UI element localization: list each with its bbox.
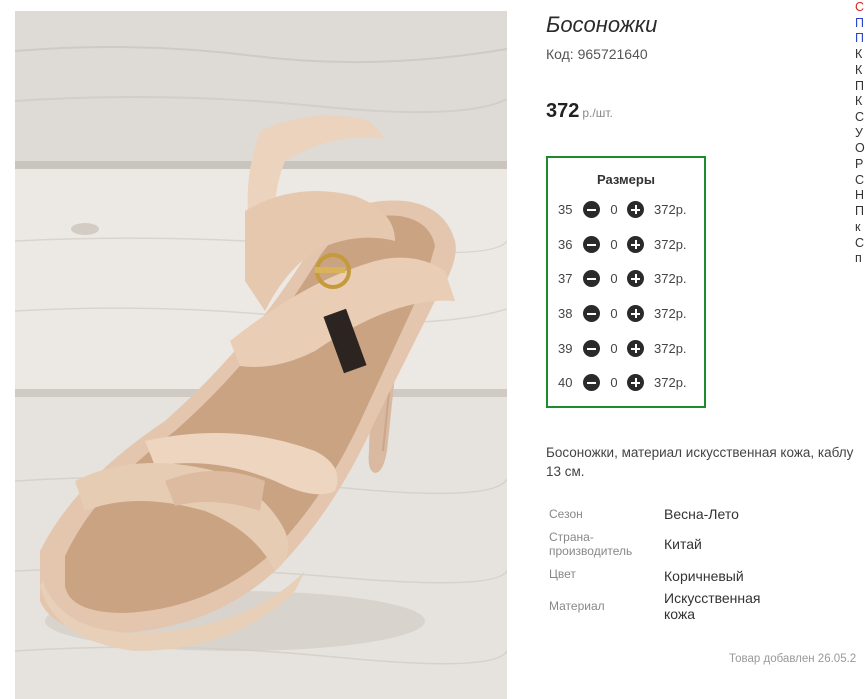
- size-number: 40: [558, 375, 573, 390]
- property-key: Сезон: [549, 507, 583, 521]
- plus-icon[interactable]: [627, 201, 644, 218]
- size-row-39: 39 0 372р.: [558, 339, 698, 359]
- minus-icon[interactable]: [583, 270, 600, 287]
- plus-icon[interactable]: [627, 236, 644, 253]
- property-key: Материал: [549, 599, 605, 613]
- side-text: О: [855, 141, 865, 156]
- size-row-40: 40 0 372р.: [558, 373, 698, 393]
- price-value: 372: [546, 100, 580, 122]
- size-quantity: 0: [610, 202, 618, 217]
- size-row-35: 35 0 372р.: [558, 200, 698, 220]
- side-link[interactable]: С: [855, 0, 865, 16]
- description-line-2: 13 см.: [546, 464, 585, 479]
- minus-icon[interactable]: [583, 236, 600, 253]
- size-price: 372р.: [654, 341, 687, 356]
- side-text: П: [855, 78, 864, 93]
- product-price: 372 р./шт.: [546, 100, 613, 123]
- property-key: Цвет: [549, 567, 576, 581]
- price-unit: р./шт.: [582, 106, 613, 120]
- size-number: 38: [558, 306, 573, 321]
- size-number: 36: [558, 237, 573, 252]
- property-value: Китай: [664, 536, 702, 552]
- size-row-38: 38 0 372р.: [558, 304, 698, 324]
- side-text: к: [855, 219, 861, 234]
- description-line-1: Босоножки, материал искусственная кожа, …: [546, 445, 854, 460]
- size-quantity: 0: [610, 375, 618, 390]
- property-value: Искусственная кожа: [664, 590, 761, 622]
- product-title: Босоножки: [546, 12, 658, 37]
- size-price: 372р.: [654, 237, 687, 252]
- size-quantity: 0: [610, 271, 618, 286]
- size-row-36: 36 0 372р.: [558, 235, 698, 255]
- minus-icon[interactable]: [583, 340, 600, 357]
- size-quantity: 0: [610, 341, 618, 356]
- side-text: Н: [855, 188, 865, 203]
- sizes-title: Размеры: [597, 172, 655, 187]
- plus-icon[interactable]: [627, 305, 644, 322]
- property-value: Коричневый: [664, 568, 744, 584]
- side-text: С: [855, 235, 865, 250]
- side-text: С: [855, 172, 865, 187]
- size-quantity: 0: [610, 237, 618, 252]
- product-description: Босоножки, материал искусственная кожа, …: [546, 443, 865, 481]
- size-number: 39: [558, 341, 573, 356]
- size-price: 372р.: [654, 306, 687, 321]
- plus-icon[interactable]: [627, 374, 644, 391]
- side-text: п: [855, 251, 862, 266]
- side-text: К: [855, 62, 863, 77]
- side-text: Р: [855, 157, 864, 172]
- minus-icon[interactable]: [583, 201, 600, 218]
- side-text: П: [855, 204, 864, 219]
- size-price: 372р.: [654, 271, 687, 286]
- side-text: У: [855, 125, 863, 140]
- plus-icon[interactable]: [627, 340, 644, 357]
- property-value: Весна-Лето: [664, 506, 739, 522]
- sizes-panel: Размеры 35 0 372р. 36 0 372р. 37 0 372р.…: [546, 156, 706, 408]
- property-key: Страна-производитель: [549, 530, 633, 558]
- side-text: К: [855, 47, 863, 62]
- side-link[interactable]: П: [855, 31, 865, 47]
- plus-icon[interactable]: [627, 270, 644, 287]
- added-date: Товар добавлен 26.05.2: [729, 653, 857, 665]
- product-code: Код: 965721640: [546, 46, 648, 62]
- size-number: 35: [558, 202, 573, 217]
- sandal-image: [15, 11, 507, 699]
- minus-icon[interactable]: [583, 305, 600, 322]
- minus-icon[interactable]: [583, 374, 600, 391]
- size-price: 372р.: [654, 202, 687, 217]
- size-quantity: 0: [610, 306, 618, 321]
- side-column-cutoff: С П П К К П К С У О Р С Н П к С п: [855, 0, 865, 267]
- size-row-37: 37 0 372р.: [558, 269, 698, 289]
- side-text: К: [855, 94, 863, 109]
- size-price: 372р.: [654, 375, 687, 390]
- side-text: С: [855, 109, 865, 124]
- product-photo[interactable]: [15, 11, 507, 699]
- side-link[interactable]: П: [855, 16, 865, 32]
- size-number: 37: [558, 271, 573, 286]
